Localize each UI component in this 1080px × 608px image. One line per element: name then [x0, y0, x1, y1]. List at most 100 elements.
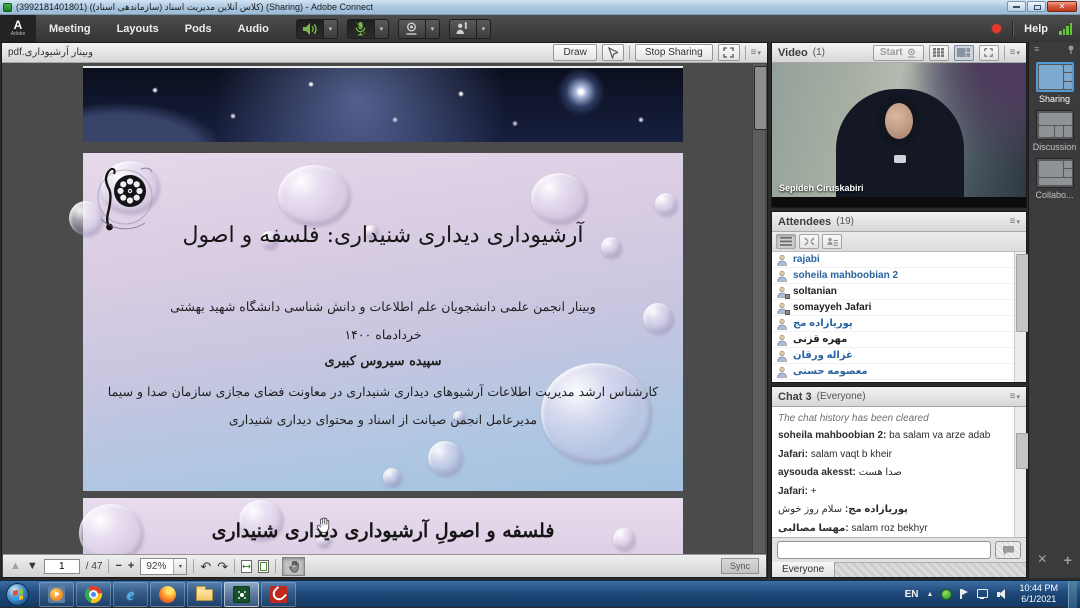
chat-pod-menu[interactable]: ≡▾ — [1010, 391, 1020, 402]
chat-sender: aysouda akesst: — [778, 467, 856, 478]
chat-sender: پوریازاده مج: — [845, 504, 908, 515]
attendee-row[interactable]: معصومه حسنی — [772, 364, 1014, 380]
layout-collaboration[interactable]: Collabo... — [1029, 158, 1080, 200]
webcam-button[interactable] — [398, 19, 426, 39]
breakout-view-button[interactable] — [799, 234, 819, 249]
draw-button[interactable]: Draw — [553, 44, 596, 61]
attendee-row[interactable]: پوریازاده مج — [772, 316, 1014, 332]
filmstrip-view-icon — [957, 48, 970, 57]
layout-menu-icon[interactable]: ≡ — [1034, 44, 1039, 54]
divider — [193, 559, 194, 573]
webcam-dropdown[interactable]: ▾ — [426, 19, 440, 39]
person-device-icon — [776, 302, 788, 314]
language-indicator[interactable]: EN — [905, 589, 919, 600]
attendees-pod-menu[interactable]: ≡▾ — [1010, 216, 1020, 227]
chat-scrollbar[interactable] — [1014, 407, 1026, 537]
video-pod-menu[interactable]: ≡▾ — [1010, 47, 1020, 58]
page-number-input[interactable] — [44, 559, 80, 574]
send-message-button[interactable] — [995, 541, 1021, 559]
droplet — [278, 165, 350, 225]
minimize-button[interactable] — [1007, 1, 1026, 12]
maximize-button[interactable] — [1027, 1, 1046, 12]
grid-view-button[interactable] — [929, 45, 949, 61]
taskbar-internet-explorer[interactable]: e — [113, 582, 148, 607]
status-view-button[interactable] — [822, 234, 842, 249]
volume-tray-icon[interactable] — [997, 589, 1009, 600]
person-icon — [776, 270, 788, 282]
scroll-thumb[interactable] — [754, 66, 766, 130]
pointer-tool-button[interactable] — [602, 44, 624, 61]
chat-message: soheila mahboobian 2: ba salam va arze a… — [778, 430, 1008, 442]
chat-message: پوریازاده مج: سلام روز خوش — [778, 504, 1008, 516]
taskbar-adobe-connect[interactable] — [224, 582, 259, 607]
chrome-icon — [85, 586, 102, 603]
close-pod-icon[interactable]: ✕ — [1037, 552, 1047, 568]
fullscreen-button[interactable] — [718, 44, 740, 61]
tab-everyone[interactable]: Everyone — [772, 562, 835, 577]
layout-discussion[interactable]: Discussion — [1029, 110, 1080, 152]
raise-hand-dropdown[interactable]: ▾ — [477, 19, 491, 39]
attendee-list-view-button[interactable] — [776, 234, 796, 249]
taskbar-chrome[interactable] — [76, 582, 111, 607]
divider — [1004, 46, 1005, 60]
attendee-row[interactable]: rajabi — [772, 252, 1014, 268]
zoom-out-button[interactable]: − — [115, 561, 121, 572]
taskbar-firefox[interactable] — [150, 582, 185, 607]
zoom-level-select[interactable]: 92% ▾ — [140, 558, 187, 575]
chat-input[interactable] — [777, 541, 991, 559]
page-down-button[interactable]: ▼ — [27, 561, 38, 572]
raise-hand-button[interactable] — [449, 19, 477, 39]
attendee-row[interactable]: somayyeh Jafari — [772, 300, 1014, 316]
speaker-button[interactable] — [296, 19, 324, 39]
rotate-right-button[interactable]: ↷ — [217, 560, 228, 573]
antivirus-tray-icon[interactable] — [941, 589, 952, 600]
rotate-left-button[interactable]: ↶ — [200, 560, 211, 573]
network-tray-icon[interactable] — [977, 589, 989, 599]
window-titlebar: (3992181401801) (کلاس آنلاین مدیریت اسنا… — [0, 0, 1080, 15]
attendee-name: soltanian — [793, 286, 837, 297]
menu-audio[interactable]: Audio — [225, 23, 282, 35]
close-button[interactable]: ✕ — [1047, 1, 1077, 12]
attendee-row[interactable]: غزاله ورقان — [772, 348, 1014, 364]
start-button[interactable] — [6, 583, 29, 606]
page-up-button[interactable]: ▲ — [10, 561, 21, 572]
attendees-scrollbar[interactable] — [1014, 252, 1026, 382]
attendee-row[interactable]: soltanian — [772, 284, 1014, 300]
hidden-icons-arrow[interactable]: ▲ — [927, 591, 934, 598]
menu-meeting[interactable]: Meeting — [36, 23, 104, 35]
hand-tool-button[interactable] — [282, 557, 305, 576]
fit-width-icon[interactable] — [241, 560, 252, 573]
clock[interactable]: 10:44 PM 6/1/2021 — [1017, 583, 1060, 606]
attendee-name: rajabi — [793, 254, 820, 265]
video-fullscreen-button[interactable] — [979, 45, 999, 61]
attendee-row[interactable]: مهره قزنی — [772, 332, 1014, 348]
pin-icon[interactable] — [1067, 45, 1075, 54]
chat-pod: Chat 3 (Everyone) ≡▾ The chat history ha… — [771, 386, 1027, 578]
fit-page-icon[interactable] — [258, 560, 269, 573]
share-scrollbar[interactable] — [752, 64, 765, 553]
show-desktop-button[interactable] — [1068, 581, 1077, 608]
share-pod-menu[interactable]: ≡▾ — [751, 47, 761, 58]
hand-tool-icon — [288, 560, 300, 573]
microphone-dropdown[interactable]: ▾ — [375, 19, 389, 39]
start-webcam-button[interactable]: Start — [873, 45, 924, 61]
action-center-flag-icon[interactable] — [960, 589, 969, 599]
taskbar-explorer[interactable] — [187, 582, 222, 607]
speaker-dropdown[interactable]: ▾ — [324, 19, 338, 39]
taskbar-adobe-reader[interactable] — [261, 582, 296, 607]
participant-collar — [894, 155, 906, 163]
zoom-in-button[interactable]: + — [128, 561, 134, 572]
menu-pods[interactable]: Pods — [172, 23, 225, 35]
layout-sharing[interactable]: Sharing — [1029, 62, 1080, 104]
help-menu[interactable]: Help — [1024, 23, 1048, 35]
windows-taskbar: e EN ▲ 10:44 PM 6/1/2021 — [0, 580, 1080, 607]
sync-button[interactable]: Sync — [721, 558, 759, 574]
filmstrip-view-button[interactable] — [954, 45, 974, 61]
microphone-button[interactable] — [347, 19, 375, 39]
add-layout-icon[interactable]: + — [1064, 552, 1072, 568]
chat-tab-bar: Everyone — [772, 562, 1026, 577]
attendee-row[interactable]: soheila mahboobian 2 — [772, 268, 1014, 284]
menu-layouts[interactable]: Layouts — [104, 23, 172, 35]
stop-sharing-button[interactable]: Stop Sharing — [635, 44, 713, 61]
taskbar-media-player[interactable] — [39, 582, 74, 607]
